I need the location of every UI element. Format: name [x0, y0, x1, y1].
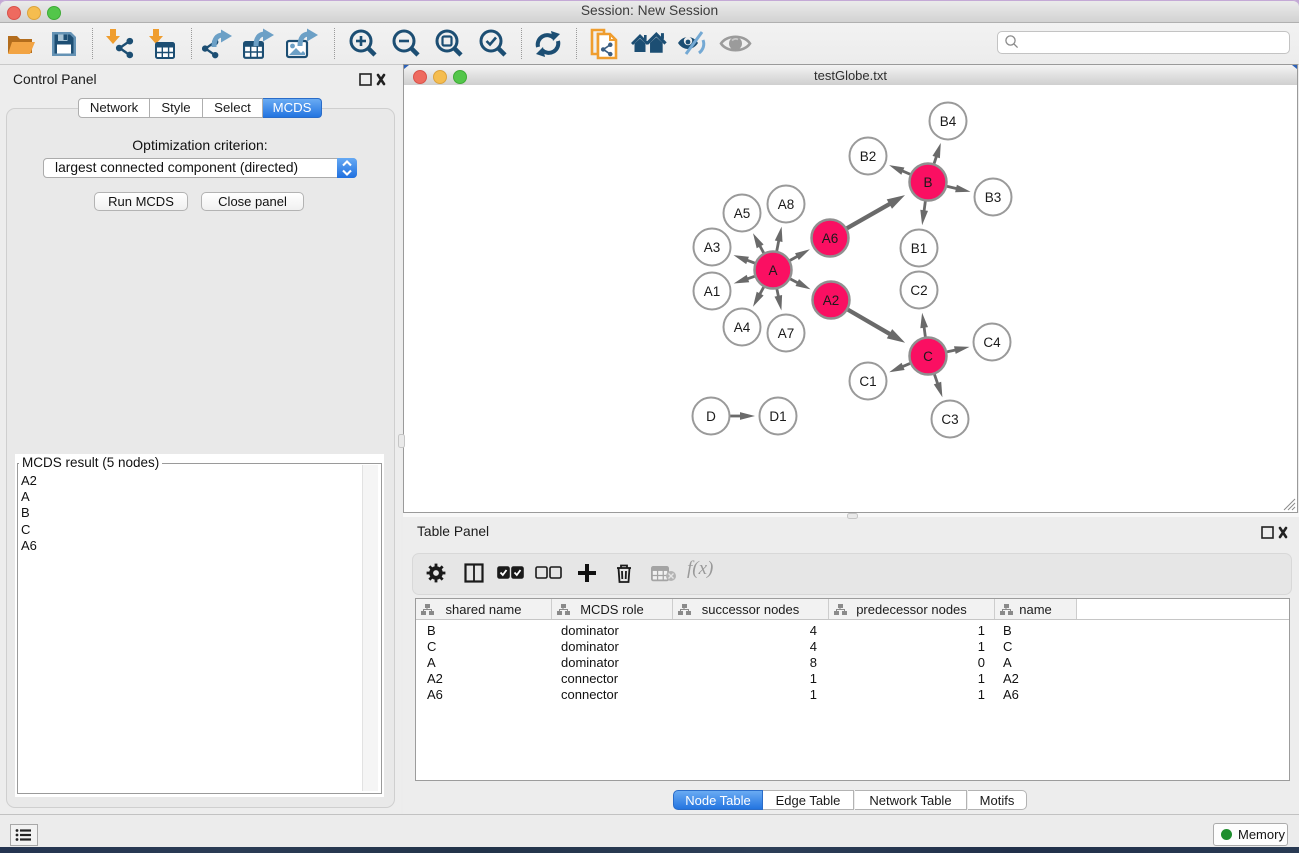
svg-text:A8: A8 [778, 197, 795, 212]
svg-text:B2: B2 [860, 149, 877, 164]
svg-text:D: D [706, 409, 716, 424]
svg-text:A5: A5 [734, 206, 751, 221]
svg-text:B3: B3 [985, 190, 1002, 205]
svg-text:A2: A2 [823, 293, 840, 308]
svg-text:C1: C1 [859, 374, 876, 389]
svg-text:A1: A1 [704, 284, 721, 299]
svg-text:C3: C3 [941, 412, 958, 427]
svg-text:D1: D1 [769, 409, 786, 424]
svg-text:C: C [923, 349, 933, 364]
svg-text:A6: A6 [822, 231, 839, 246]
svg-text:A4: A4 [734, 320, 751, 335]
svg-text:B1: B1 [911, 241, 928, 256]
svg-text:B: B [923, 175, 932, 190]
svg-text:B4: B4 [940, 114, 957, 129]
svg-text:A7: A7 [778, 326, 795, 341]
svg-text:A3: A3 [704, 240, 721, 255]
svg-text:C2: C2 [910, 283, 927, 298]
svg-text:C4: C4 [983, 335, 1001, 350]
svg-text:A: A [768, 263, 777, 278]
